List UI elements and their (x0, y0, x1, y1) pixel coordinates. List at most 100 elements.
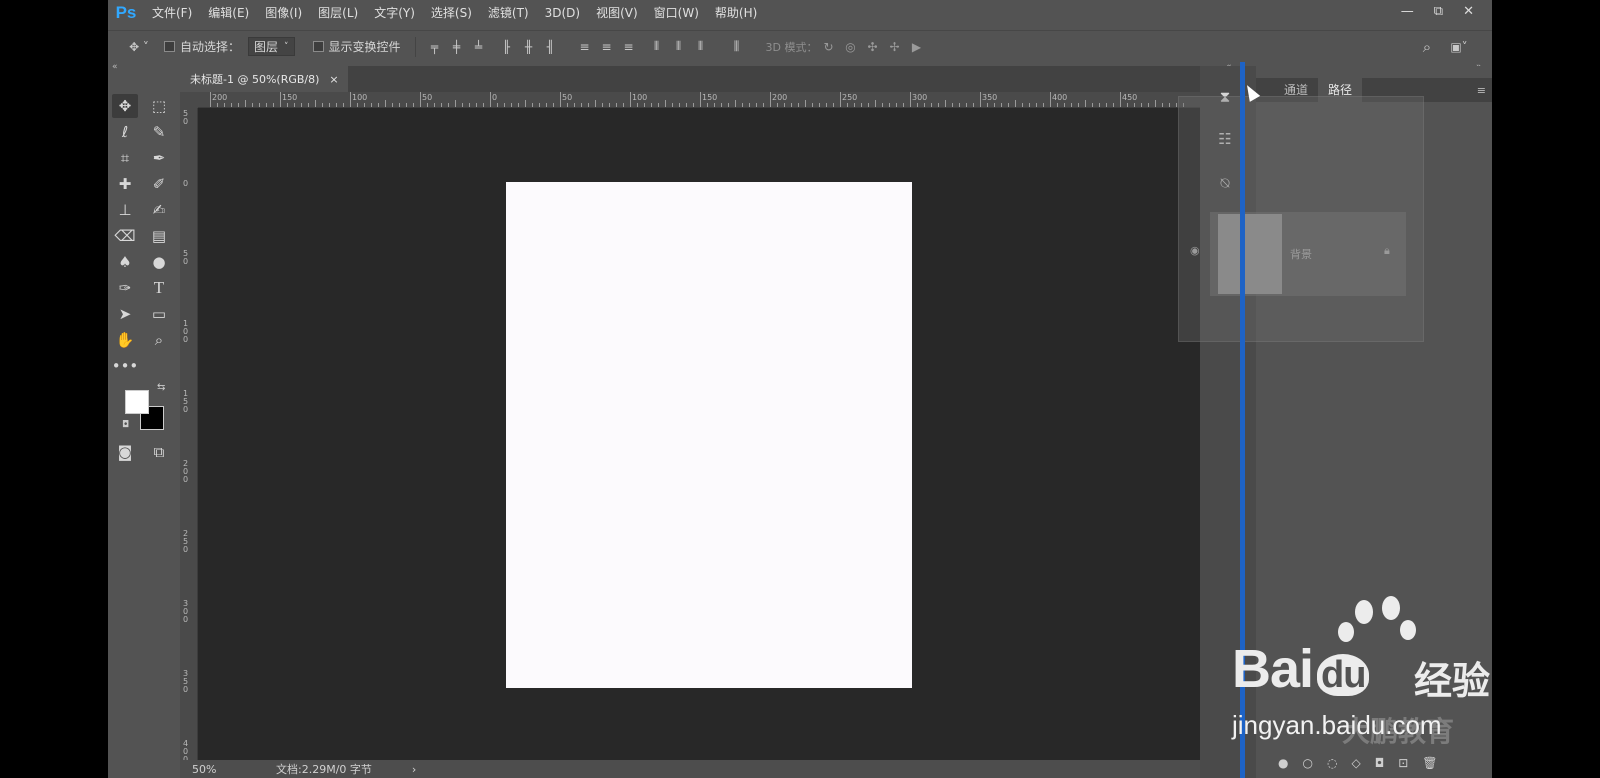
rotate-3d-icon[interactable]: ↻ (818, 40, 840, 54)
screen-mode-icon[interactable]: ⧉ (146, 440, 172, 464)
ruler-h-tick (777, 103, 778, 107)
crop-tool-icon[interactable]: ⌗ (112, 146, 138, 170)
ruler-h-tick (588, 103, 589, 107)
align-right-icon[interactable]: ╢ (540, 40, 562, 54)
quick-select-tool-icon[interactable]: ✎ (146, 120, 172, 144)
ruler-h-tick (231, 103, 232, 107)
menu-3d[interactable]: 3D(D) (537, 0, 588, 26)
quick-mask-icon[interactable]: ◙ (112, 440, 138, 464)
distribute-hcenter-icon[interactable]: ⦀ (668, 39, 690, 54)
eyedropper-tool-icon[interactable]: ✒ (146, 146, 172, 170)
swap-colors-icon[interactable]: ⇆ (157, 382, 165, 393)
ruler-h-tick (238, 103, 239, 107)
eraser-tool-icon[interactable]: ⌫ (112, 224, 138, 248)
auto-select-dropdown[interactable]: 图层 ˅ (248, 37, 295, 56)
dodge-tool-icon[interactable]: ● (146, 250, 172, 274)
close-button[interactable]: ✕ (1463, 4, 1474, 19)
status-menu-arrow-icon[interactable]: › (412, 763, 416, 776)
delete-path-icon[interactable]: 🗑︎ (1422, 756, 1437, 770)
menu-filter[interactable]: 滤镜(T) (480, 0, 537, 26)
auto-select-checkbox[interactable] (164, 41, 175, 52)
ruler-origin[interactable] (180, 92, 198, 108)
menu-type[interactable]: 文字(Y) (366, 0, 423, 26)
healing-brush-icon[interactable]: ✚ (112, 172, 138, 196)
distribute-vcenter-icon[interactable]: ≡ (596, 40, 618, 54)
add-mask-icon[interactable]: ◘ (1375, 756, 1385, 770)
restore-button[interactable]: ⧉ (1434, 4, 1443, 19)
align-hcenter-icon[interactable]: ╫ (518, 40, 540, 54)
align-top-icon[interactable]: ╤ (424, 40, 446, 54)
ruler-h-tick (735, 100, 736, 107)
ruler-h-tick (616, 103, 617, 107)
menu-layer[interactable]: 图层(L) (310, 0, 366, 26)
move-tool-preset-icon[interactable]: ✥ ˅ (122, 40, 156, 54)
stroke-path-icon[interactable]: ○ (1302, 756, 1312, 770)
roll-3d-icon[interactable]: ◎ (840, 40, 862, 54)
menu-view[interactable]: 视图(V) (588, 0, 646, 26)
ruler-v-label: 350 (183, 669, 189, 694)
slide-3d-icon[interactable]: ✢ (884, 40, 906, 54)
ruler-h-label: 50 (422, 93, 433, 102)
show-transform-option[interactable]: 显示变换控件 (312, 38, 401, 55)
menu-image[interactable]: 图像(I) (257, 0, 310, 26)
move-tool-icon[interactable]: ✥ (112, 94, 138, 118)
more-tools-icon[interactable]: ••• (112, 354, 139, 378)
type-tool-icon[interactable]: T (146, 276, 172, 300)
distribute-left-icon[interactable]: ⦀ (646, 39, 668, 54)
zoom-tool-icon[interactable]: ⌕ (146, 328, 172, 352)
video-camera-icon[interactable]: ▶ (906, 40, 928, 54)
menu-edit[interactable]: 编辑(E) (200, 0, 257, 26)
align-left-icon[interactable]: ╟ (496, 40, 518, 54)
vertical-ruler[interactable]: 50050100150200250300350400 (180, 108, 198, 764)
fill-path-icon[interactable]: ● (1278, 756, 1288, 770)
blur-tool-icon[interactable]: ♠ (112, 250, 138, 274)
minimize-button[interactable]: — (1401, 4, 1414, 19)
distribute-right-icon[interactable]: ⦀ (690, 39, 712, 54)
document-tab-bar: 未标题-1 @ 50%(RGB/8) × (180, 66, 1256, 92)
ruler-h-label: 250 (842, 93, 858, 102)
new-path-icon[interactable]: ⊡ (1398, 756, 1408, 770)
distribute-bottom-icon[interactable]: ≡ (618, 40, 640, 54)
menu-window[interactable]: 窗口(W) (646, 0, 707, 26)
auto-select-option[interactable]: 自动选择： 图层 ˅ (164, 37, 295, 56)
rectangle-tool-icon[interactable]: ▭ (146, 302, 172, 326)
brush-tool-icon[interactable]: ✐ (146, 172, 172, 196)
auto-align-icon[interactable]: ⫼ (726, 39, 748, 54)
collapse-left-icon[interactable]: « (112, 62, 118, 72)
document-canvas[interactable] (506, 182, 912, 688)
distribute-top-icon[interactable]: ≡ (574, 40, 596, 54)
ruler-h-tick (728, 103, 729, 107)
ruler-h-tick (1127, 103, 1128, 107)
lasso-tool-icon[interactable]: ℓ (112, 120, 138, 144)
marquee-tool-icon[interactable]: ⬚ (146, 94, 172, 118)
close-tab-icon[interactable]: × (329, 73, 338, 86)
menu-select[interactable]: 选择(S) (423, 0, 480, 26)
default-colors-icon[interactable]: ◘ (122, 420, 129, 430)
horizontal-ruler[interactable]: 200 150 100 50 0 50 100 150 200 250 300 350 400 450 (198, 92, 1256, 108)
make-work-path-icon[interactable]: ◇ (1351, 756, 1360, 770)
gradient-tool-icon[interactable]: ▤ (146, 224, 172, 248)
panel-menu-icon[interactable]: ≡ (1477, 84, 1486, 97)
doc-size-info: 文档:2.29M/0 字节 (276, 763, 372, 776)
menu-help[interactable]: 帮助(H) (707, 0, 765, 26)
align-bottom-icon[interactable]: ╧ (468, 40, 490, 54)
ruler-h-tick (434, 103, 435, 107)
menu-file[interactable]: 文件(F) (144, 0, 200, 26)
ruler-h-tick (427, 103, 428, 107)
history-brush-icon[interactable]: ✍ (146, 198, 172, 222)
drag-3d-icon[interactable]: ✣ (862, 40, 884, 54)
align-vcenter-icon[interactable]: ╪ (446, 40, 468, 54)
zoom-level[interactable]: 50% (192, 763, 262, 776)
document-tab[interactable]: 未标题-1 @ 50%(RGB/8) × (180, 66, 348, 92)
status-bar: 50% 文档:2.29M/0 字节 › (180, 760, 1256, 778)
search-icon[interactable]: ⌕ (1416, 38, 1438, 56)
stamp-tool-icon[interactable]: ⊥ (112, 198, 138, 222)
foreground-color-swatch[interactable] (125, 390, 149, 414)
mode-3d-label: 3D 模式： (765, 40, 818, 54)
hand-tool-icon[interactable]: ✋ (112, 328, 138, 352)
pen-tool-icon[interactable]: ✑ (112, 276, 138, 300)
workspace-icon[interactable]: ▣˅ (1442, 40, 1476, 54)
path-select-icon[interactable]: ➤ (112, 302, 138, 326)
load-selection-icon[interactable]: ◌ (1327, 756, 1337, 770)
show-transform-checkbox[interactable] (312, 41, 324, 52)
